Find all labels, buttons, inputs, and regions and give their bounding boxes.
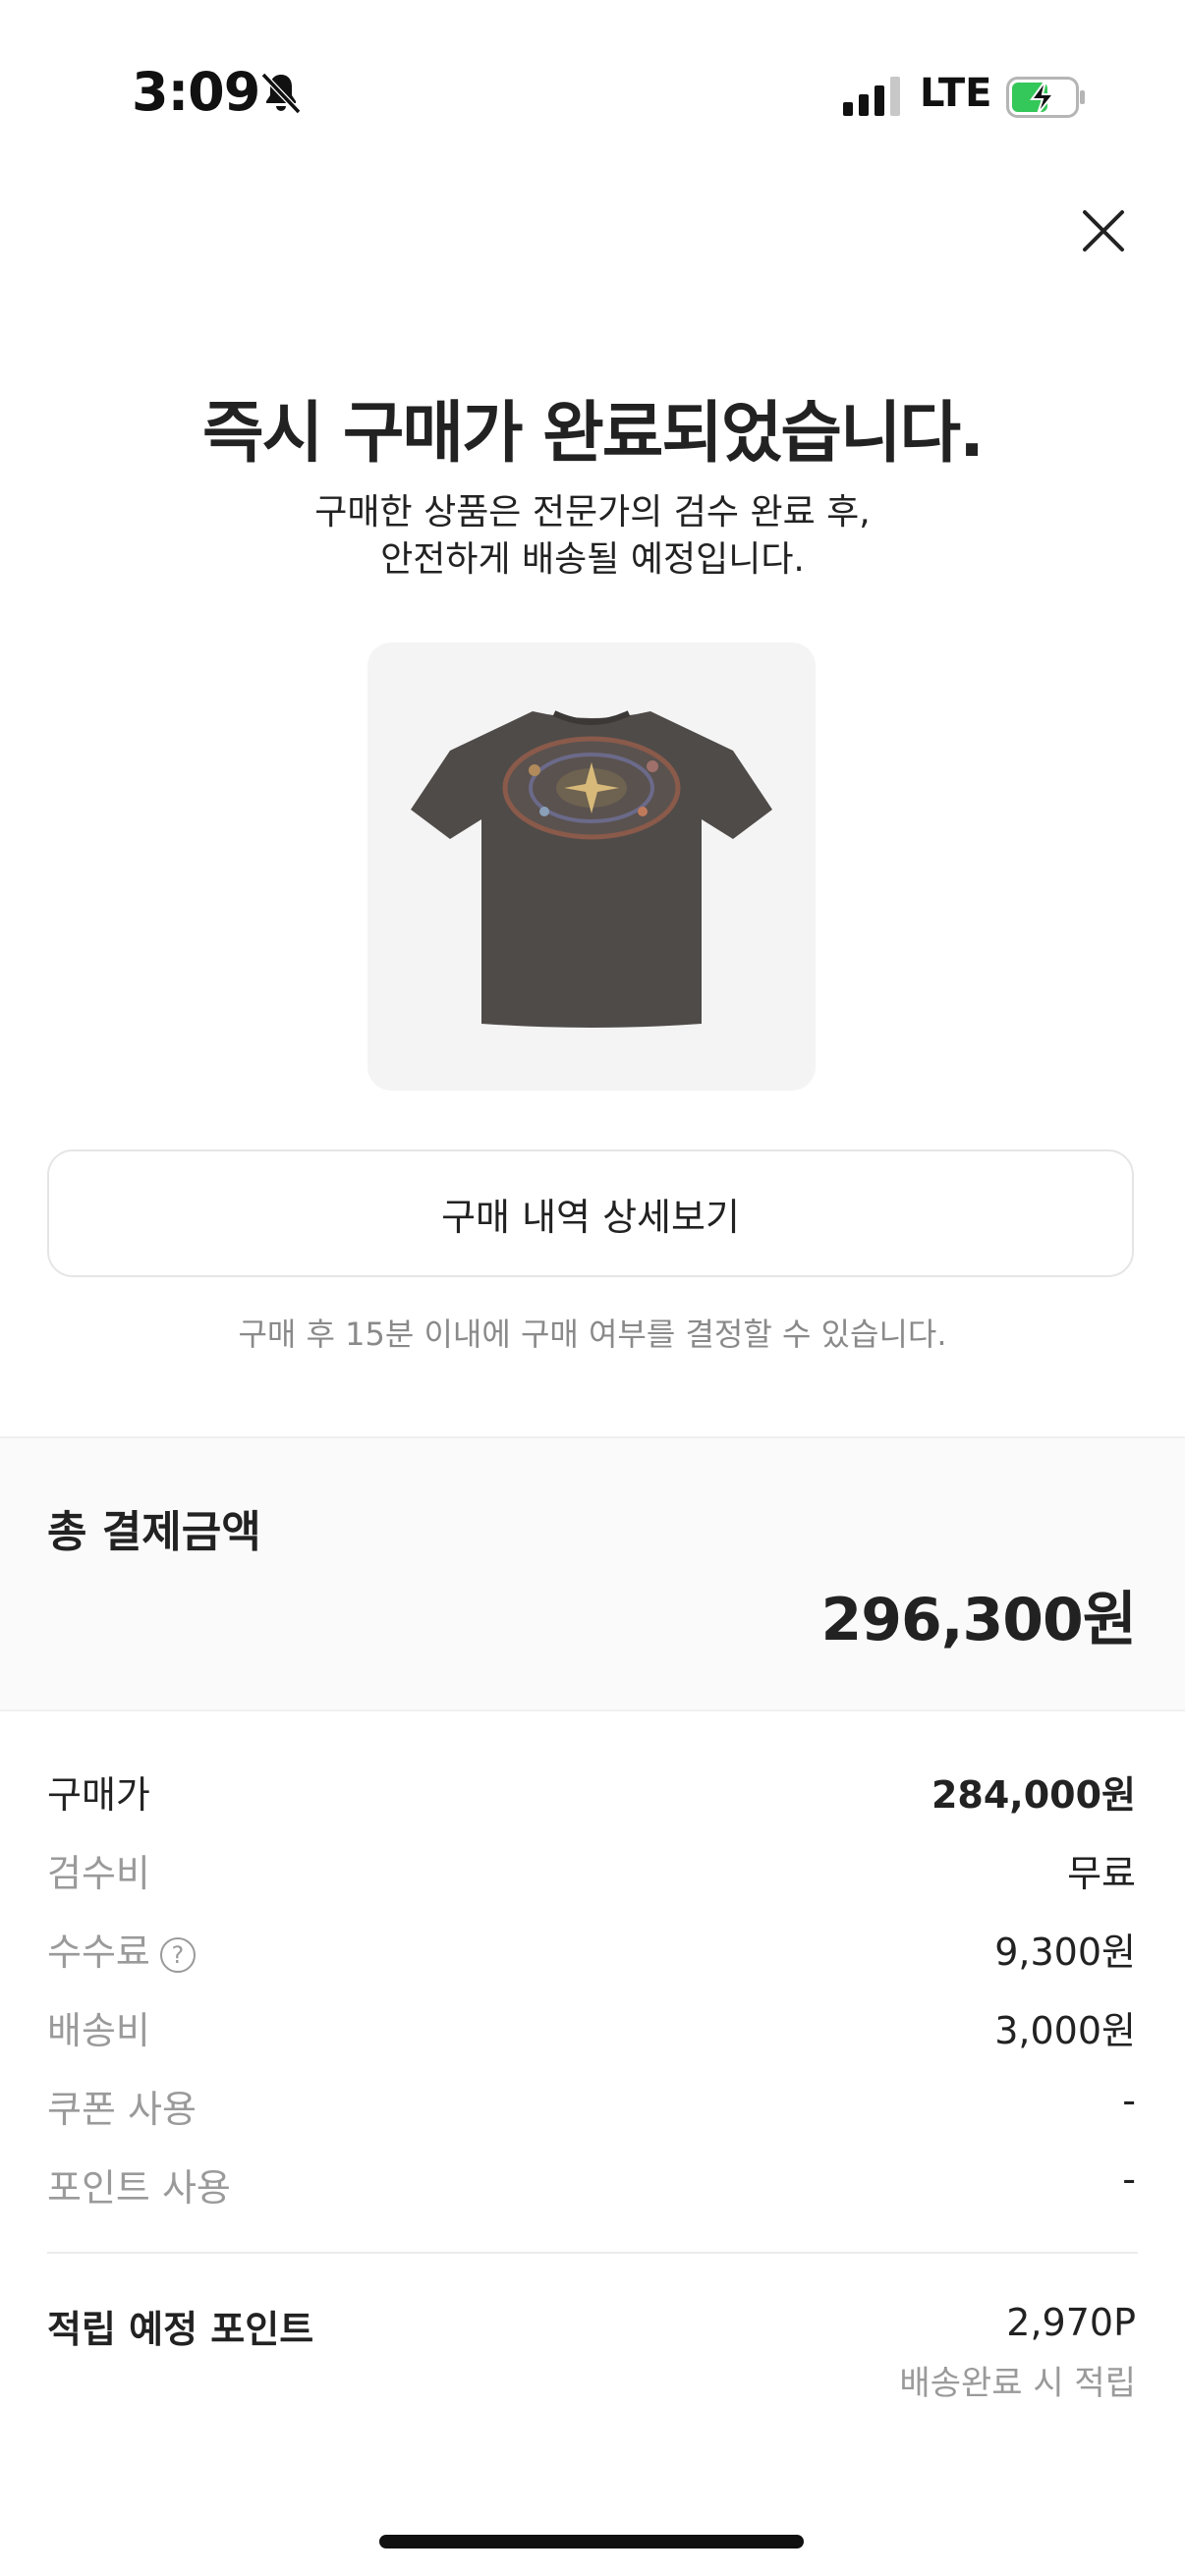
row-value-purchase-price: 284,000원 — [931, 1773, 1136, 1817]
status-time: 3:09 — [132, 61, 260, 123]
row-label-purchase-price: 구매가 — [47, 1773, 150, 1817]
help-icon[interactable]: ? — [159, 1936, 196, 1973]
signal-icon — [843, 77, 900, 116]
row-label-shipping: 배송비 — [47, 2009, 150, 2052]
row-label-fee: 수수료 — [47, 1931, 150, 1974]
purchase-detail-button[interactable]: 구매 내역 상세보기 — [47, 1149, 1134, 1277]
divider — [47, 2252, 1138, 2254]
row-value-points-used: - — [1122, 2157, 1136, 2201]
subtitle-line-2: 안전하게 배송될 예정입니다. — [380, 539, 805, 580]
battery-charging-icon — [1006, 77, 1085, 118]
row-value-shipping: 3,000원 — [994, 2009, 1136, 2052]
home-indicator[interactable] — [379, 2535, 804, 2548]
total-label: 총 결제금액 — [47, 1507, 261, 1557]
bell-slash-icon — [260, 72, 302, 115]
decision-notice: 구매 후 15분 이내에 구매 여부를 결정할 수 있습니다. — [238, 1316, 947, 1353]
points-note: 배송완료 시 적립 — [899, 2364, 1136, 2403]
row-label-inspection-fee: 검수비 — [47, 1852, 150, 1895]
row-label-points-used: 포인트 사용 — [47, 2166, 231, 2210]
page-subtitle: 구매한 상품은 전문가의 검수 완료 후, 안전하게 배송될 예정입니다. — [0, 489, 1185, 584]
row-fee: 수수료? — [47, 1922, 196, 1976]
row-value-inspection-fee: 무료 — [1067, 1852, 1136, 1895]
row-value-coupon: - — [1122, 2079, 1136, 2122]
product-image — [367, 643, 816, 1091]
network-label: LTE — [920, 71, 992, 116]
total-amount: 296,300원 — [820, 1586, 1137, 1654]
subtitle-line-1: 구매한 상품은 전문가의 검수 완료 후, — [314, 492, 871, 532]
row-value-fee: 9,300원 — [994, 1931, 1136, 1974]
points-label: 적립 예정 포인트 — [47, 2308, 314, 2351]
points-value: 2,970P — [1006, 2301, 1136, 2344]
row-label-coupon: 쿠폰 사용 — [47, 2088, 197, 2131]
close-icon[interactable] — [1079, 206, 1128, 255]
page-title: 즉시 구매가 완료되었습니다. — [202, 395, 985, 473]
tshirt-image — [411, 710, 772, 1028]
